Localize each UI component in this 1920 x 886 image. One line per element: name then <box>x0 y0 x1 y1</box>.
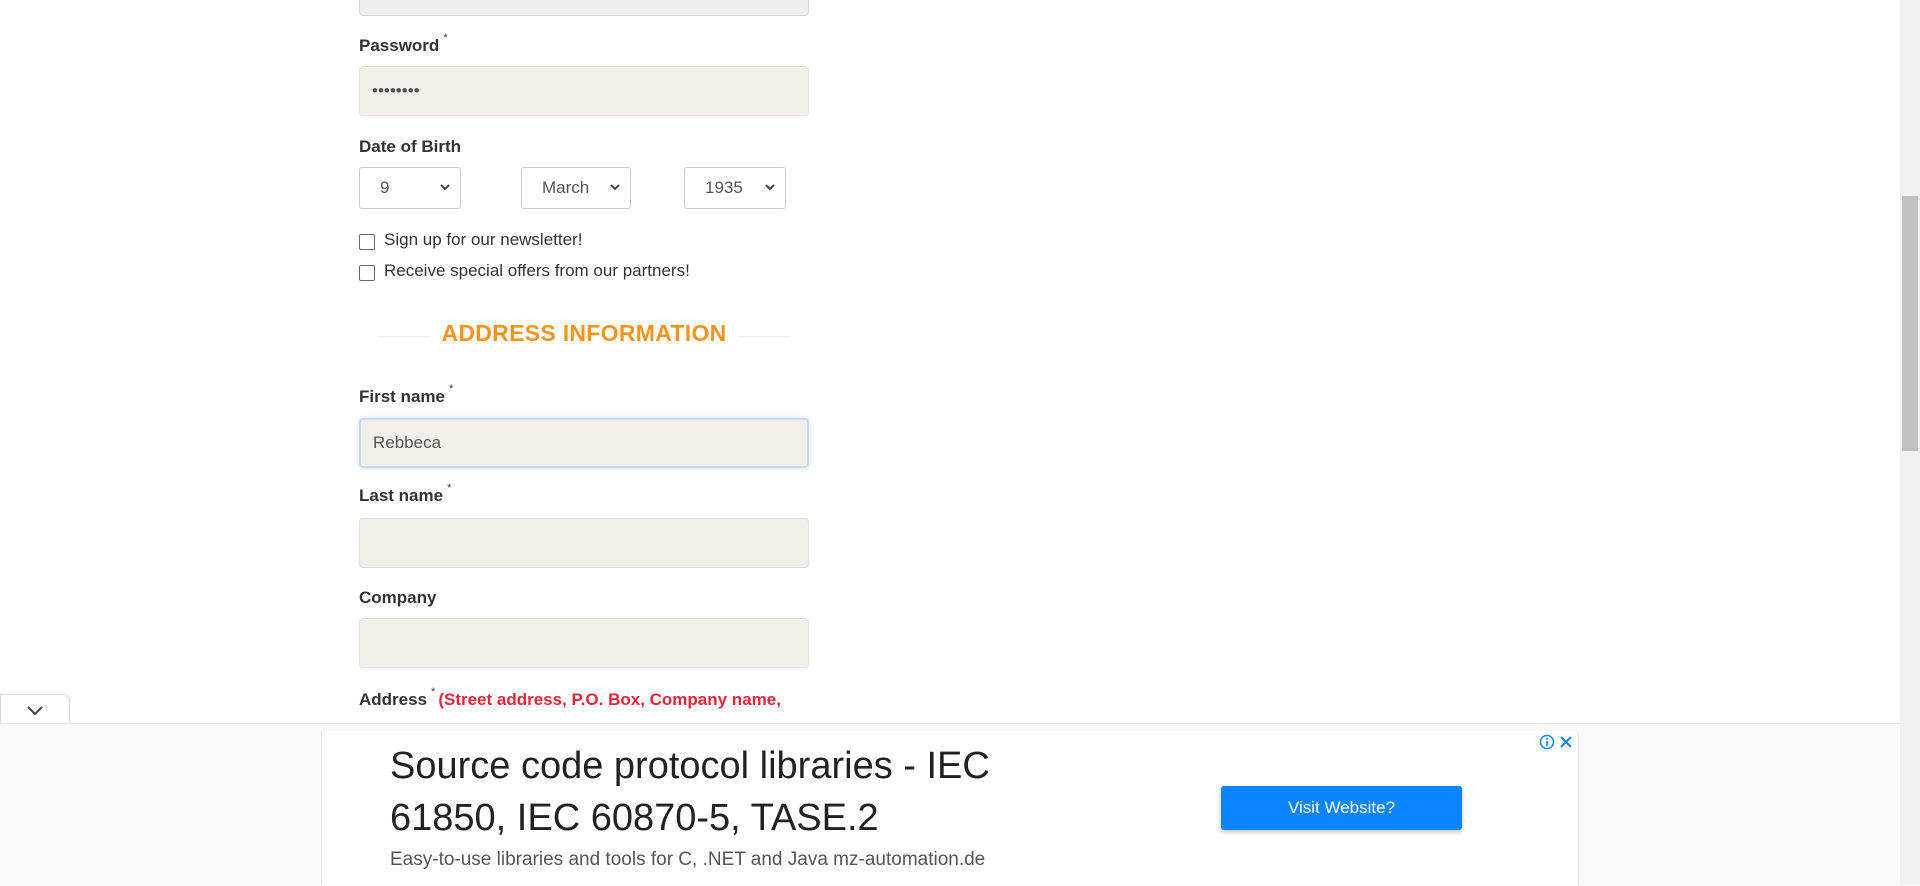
newsletter-checkbox[interactable] <box>359 234 375 250</box>
ad-info-icon[interactable] <box>1539 734 1555 750</box>
ad-collapse-toggle[interactable] <box>0 694 70 724</box>
dob-day-select[interactable]: 9 <box>359 167 461 209</box>
dob-label: Date of Birth <box>359 137 461 156</box>
ad-description[interactable]: Easy-to-use libraries and tools for C, .… <box>390 849 985 871</box>
address-hint: (Street address, P.O. Box, Company name, <box>438 690 781 709</box>
address-section-title: ADDRESS INFORMATION <box>441 320 727 346</box>
last-name-input[interactable] <box>359 518 809 568</box>
password-input[interactable] <box>359 66 809 116</box>
dob-month-value: March <box>542 178 590 197</box>
first-name-input[interactable] <box>359 418 809 468</box>
newsletter-label: Sign up for our newsletter! <box>384 230 583 249</box>
visit-website-button[interactable]: Visit Website? <box>1221 786 1462 830</box>
dob-year-value: 1935 <box>705 178 743 197</box>
ad-title[interactable]: Source code protocol libraries - IEC 618… <box>390 740 1090 844</box>
offers-checkbox[interactable] <box>359 265 375 281</box>
offers-label: Receive special offers from our partners… <box>384 261 690 280</box>
dob-year-select[interactable]: 1935 <box>684 167 786 209</box>
last-name-label: Last name * <box>359 482 452 505</box>
password-label: Password * <box>359 32 448 55</box>
dob-day-value: 9 <box>380 178 390 197</box>
previous-field-clipped[interactable] <box>359 0 809 16</box>
ad-close-icon[interactable] <box>1559 735 1573 749</box>
company-input[interactable] <box>359 618 809 668</box>
page-scrollbar-thumb[interactable] <box>1902 196 1918 451</box>
company-label: Company <box>359 588 437 607</box>
chevron-down-icon <box>765 184 775 191</box>
chevron-down-icon <box>440 184 450 191</box>
address-label: Address * (Street address, P.O. Box, Compa… <box>359 686 781 709</box>
first-name-label: First name * <box>359 383 454 406</box>
dob-month-select[interactable]: March <box>521 167 631 209</box>
chevron-down-icon <box>27 706 43 716</box>
chevron-down-icon <box>610 184 620 191</box>
